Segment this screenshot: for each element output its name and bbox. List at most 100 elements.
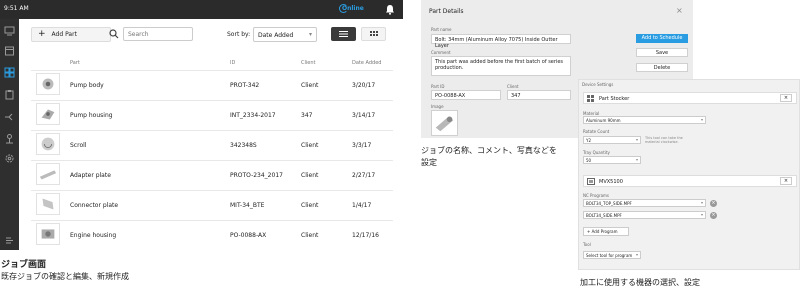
clipboard-icon[interactable] [4, 89, 15, 100]
rotate-note: This tool can take the material clockwis… [645, 136, 683, 144]
program-value: BOLT34_SIDE.MPF [586, 213, 622, 218]
part-id: PROTO-234_2017 [230, 172, 283, 179]
comment-field[interactable]: This part was added before the first bat… [431, 56, 571, 76]
device-name: Part Stocker [599, 96, 630, 102]
chevron-down-icon: ▾ [308, 31, 312, 38]
jobs-grid-icon[interactable] [4, 67, 15, 78]
online-status[interactable]: Online [342, 5, 364, 12]
part-thumbnail [36, 103, 60, 125]
machine-icon [587, 178, 595, 185]
tool-label: Tool [583, 242, 591, 247]
add-to-schedule-button[interactable]: Add to Schedule [636, 34, 688, 43]
col-part[interactable]: Part [70, 60, 80, 66]
chevron-down-icon: ▾ [700, 212, 703, 217]
calendar-icon[interactable] [4, 45, 15, 56]
clock: 9:51 AM [4, 5, 29, 12]
remove-device-icon[interactable]: × [780, 94, 792, 102]
list-view-button[interactable] [331, 27, 356, 41]
material-select[interactable]: Aluminum 90mm ▾ [583, 116, 706, 124]
part-client: Client [301, 232, 319, 239]
part-client: 347 [301, 112, 313, 119]
part-image[interactable] [431, 110, 458, 136]
devices-caption: 加工に使用する機器の選択、設定 [580, 278, 700, 287]
sort-select[interactable]: Date Added ▾ [253, 27, 317, 42]
part-name: Engine housing [70, 232, 117, 239]
part-date: 3/20/17 [352, 82, 376, 89]
part-name: Scroll [70, 142, 87, 149]
list-icon [339, 31, 348, 37]
jobs-content: + Add Part Sort by: Date Added ▾ Part ID… [19, 19, 403, 250]
search-icon[interactable] [109, 29, 119, 39]
close-icon[interactable]: × [676, 6, 683, 15]
table-row[interactable]: Connector plate MIT-34_BTE Client 1/4/17 [31, 190, 393, 218]
part-id: PROT-342 [230, 82, 260, 89]
monitor-icon[interactable] [4, 25, 15, 36]
sort-label: Sort by: [227, 31, 251, 38]
save-button[interactable]: Save [636, 48, 688, 57]
sort-value: Date Added [258, 32, 294, 39]
gear-icon[interactable] [4, 153, 15, 164]
part-id-label: Part ID [431, 84, 445, 89]
remove-program-icon[interactable]: × [710, 200, 717, 207]
col-date[interactable]: Date Added [352, 60, 381, 66]
jobs-caption-title: ジョブ画面 [1, 260, 47, 270]
col-id[interactable]: ID [230, 60, 235, 66]
add-program-button[interactable]: + Add Program [583, 227, 629, 236]
sidebar [0, 19, 19, 250]
part-id: PO-0088-AX [230, 232, 267, 239]
part-id-field[interactable]: PO-0088-AX [431, 90, 501, 100]
details-caption: ジョブの名称、コメント、写真などを設定 [421, 146, 557, 167]
table-row[interactable]: Pump body PROT-342 Client 3/20/17 [31, 70, 393, 98]
table-row[interactable]: Adapter plate PROTO-234_2017 Client 2/27… [31, 160, 393, 188]
qty-label: Tray Quantity [583, 150, 610, 155]
program-value: BOLT34_TOP_SIDE.MPF [586, 201, 632, 206]
search-input[interactable] [123, 27, 193, 41]
grid-view-button[interactable] [361, 27, 386, 41]
table-row[interactable]: Pump housing INT_2334-2017 347 3/14/17 [31, 100, 393, 128]
client-field[interactable]: 347 [507, 90, 571, 100]
col-client[interactable]: Client [301, 60, 315, 66]
remove-device-icon[interactable]: × [780, 177, 792, 185]
device-settings-panel: Device Settings Part Stocker × Material … [578, 79, 800, 270]
device-mvx5100: MVX5100 × [583, 175, 797, 187]
rotate-value: Y2 [586, 138, 591, 143]
device-settings-header: Device Settings [582, 82, 614, 87]
rotate-label: Rotate Count [583, 129, 610, 134]
chevron-down-icon: ▾ [635, 252, 638, 257]
part-name-field[interactable]: Bolt: 34mm (Aluminum Alloy 7075) Inside … [431, 34, 571, 49]
part-thumbnail [36, 193, 60, 215]
part-id: MIT-34_BTE [230, 202, 265, 209]
material-value: Aluminum 90mm [586, 118, 621, 123]
bell-icon[interactable] [385, 4, 395, 15]
part-date: 2/27/17 [352, 172, 376, 179]
part-client: Client [301, 82, 319, 89]
table-row[interactable]: Scroll 342348S Client 3/3/17 [31, 130, 393, 158]
qty-value: 50 [586, 158, 592, 163]
program-select[interactable]: BOLT34_TOP_SIDE.MPF ▾ [583, 199, 706, 207]
program-select[interactable]: BOLT34_SIDE.MPF ▾ [583, 211, 706, 219]
tool-select[interactable]: Select tool for program ▾ [583, 251, 641, 259]
chevron-down-icon: ▾ [635, 157, 638, 162]
delete-button[interactable]: Delete [636, 63, 688, 72]
table-header: Part ID Client Date Added [19, 59, 403, 69]
grid-icon [370, 31, 378, 36]
part-client: Client [301, 202, 319, 209]
part-thumbnail [36, 133, 60, 155]
remove-program-icon[interactable]: × [710, 212, 717, 219]
person-icon[interactable] [4, 133, 15, 144]
jobs-caption-subtitle: 既存ジョブの確認と編集、新規作成 [1, 272, 129, 281]
part-client: Client [301, 142, 319, 149]
robot-arm-icon[interactable] [4, 111, 15, 122]
image-label: Image [431, 104, 444, 109]
part-name: Connector plate [70, 202, 119, 209]
part-id: 342348S [230, 142, 257, 149]
add-part-button[interactable]: + Add Part [31, 27, 111, 42]
qty-select[interactable]: 50 ▾ [583, 156, 641, 164]
table-row[interactable]: Engine housing PO-0088-AX Client 12/17/1… [31, 220, 393, 248]
status-bar: 9:51 AM Online [0, 0, 403, 19]
stocker-grid-icon [587, 95, 594, 102]
part-thumbnail [36, 163, 60, 185]
logout-icon[interactable] [4, 235, 15, 246]
part-date: 12/17/16 [352, 232, 379, 239]
rotate-select[interactable]: Y2 ▾ [583, 136, 641, 144]
